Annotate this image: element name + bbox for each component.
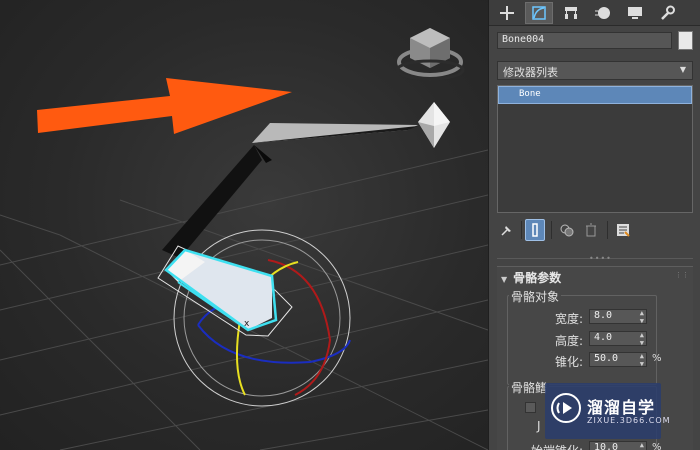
- taper-unit: %: [652, 353, 662, 364]
- configure-modifier-sets-icon[interactable]: [613, 219, 633, 241]
- rollout-header[interactable]: ▼ 骨骼参数: [501, 269, 561, 286]
- modifier-stack[interactable]: Bone: [497, 85, 693, 213]
- start-taper-label: 始端锥化:: [531, 442, 583, 450]
- viewcube-icon[interactable]: [395, 28, 465, 81]
- orange-arrow: [37, 78, 292, 134]
- stack-toolbar: [497, 219, 693, 241]
- start-taper-unit: %: [652, 442, 662, 450]
- spinner-arrows-icon[interactable]: ▲▼: [640, 352, 644, 368]
- bone-object-group-title: 骨骼对象: [509, 288, 562, 305]
- width-param: 宽度: 8.0 ▲ ▼: [517, 309, 677, 326]
- watermark-logo-icon: [551, 393, 581, 423]
- pin-stack-icon[interactable]: [497, 219, 517, 241]
- command-panel-tabs: [489, 0, 700, 26]
- selected-bone[interactable]: x: [157, 245, 293, 337]
- taper-spinner[interactable]: 50.0 ▲ ▼: [589, 352, 647, 368]
- height-value: 4.0: [594, 332, 613, 343]
- height-spinner[interactable]: 4.0 ▲ ▼: [589, 331, 647, 347]
- modifier-list-dropdown[interactable]: 修改器列表 ▼: [497, 61, 693, 80]
- fin-partial-label: J: [537, 419, 541, 433]
- modifier-list-label: 修改器列表: [503, 66, 558, 79]
- motion-icon[interactable]: [589, 2, 617, 24]
- start-taper-value: 10.0: [594, 442, 619, 450]
- object-color-swatch[interactable]: [678, 31, 693, 50]
- collapse-triangle-icon: ▼: [501, 275, 508, 284]
- start-taper-param: 始端锥化: 10.0 ▲▼ %: [517, 441, 677, 450]
- spinner-arrows-icon[interactable]: ▲▼: [640, 441, 644, 450]
- taper-param: 锥化: 50.0 ▲ ▼ %: [517, 352, 677, 369]
- height-label: 高度:: [554, 334, 583, 348]
- watermark-url: ZIXUE.3D66.COM: [587, 416, 671, 425]
- bone-chain[interactable]: [162, 102, 450, 258]
- spinner-arrows-icon[interactable]: ▲▼: [640, 331, 644, 347]
- stack-item-bone[interactable]: Bone: [498, 86, 692, 104]
- object-name-field[interactable]: Bone004: [497, 32, 672, 49]
- display-icon[interactable]: [621, 2, 649, 24]
- width-spinner[interactable]: 8.0 ▲ ▼: [589, 309, 647, 325]
- make-unique-icon[interactable]: [557, 219, 577, 241]
- viewport[interactable]: x: [0, 0, 488, 450]
- svg-text:x: x: [244, 319, 250, 329]
- rollout-grip[interactable]: ⋮⋮: [675, 271, 689, 279]
- rollout-title: 骨骼参数: [513, 271, 562, 285]
- taper-label: 锥化:: [554, 355, 583, 369]
- bone-fins-group-title: 骨骼鳍: [509, 379, 550, 396]
- height-param: 高度: 4.0 ▲ ▼: [517, 331, 677, 348]
- width-label: 宽度:: [554, 312, 583, 326]
- divider-grip[interactable]: ••••: [589, 254, 612, 263]
- watermark: 溜溜自学 ZIXUE.3D66.COM: [545, 383, 670, 439]
- create-icon[interactable]: [493, 2, 521, 24]
- viewport-scene: x: [0, 28, 488, 450]
- width-value: 8.0: [594, 310, 613, 321]
- watermark-name: 溜溜自学: [587, 398, 656, 417]
- side-fins-checkbox[interactable]: [525, 402, 536, 413]
- taper-value: 50.0: [594, 353, 619, 364]
- remove-modifier-icon[interactable]: [581, 219, 601, 241]
- chevron-down-icon: ▼: [679, 65, 686, 74]
- start-taper-spinner[interactable]: 10.0 ▲▼: [589, 441, 647, 450]
- hierarchy-icon[interactable]: [557, 2, 585, 24]
- utilities-icon[interactable]: [653, 2, 681, 24]
- spinner-arrows-icon[interactable]: ▲▼: [640, 309, 644, 325]
- modify-icon[interactable]: [525, 2, 553, 24]
- show-end-result-icon[interactable]: [525, 219, 545, 241]
